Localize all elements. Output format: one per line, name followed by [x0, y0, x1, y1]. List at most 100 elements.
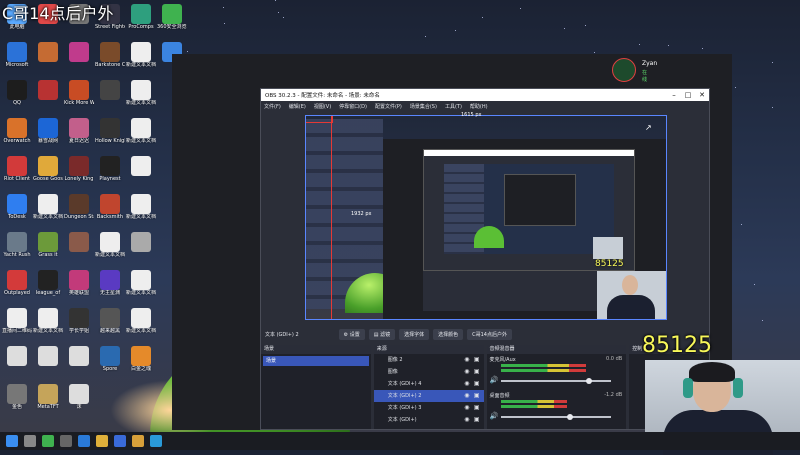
source-item[interactable]: 文本 (GDI+) 4 ◉ ▣ — [374, 378, 484, 390]
desktop-icon[interactable]: 暴雪战网 — [33, 118, 63, 144]
volume-knob[interactable] — [566, 414, 573, 420]
desktop-icon[interactable]: Riot Client — [2, 156, 32, 182]
desktop-icon[interactable]: 新建文本文档 — [126, 194, 156, 220]
desktop-icon[interactable]: 夏日迟迟 — [64, 118, 94, 144]
desktop-icon[interactable]: 新建文本文档 — [33, 194, 63, 220]
source-item[interactable]: 文本 (GDI+) 2 ◉ ▣ — [373, 390, 484, 402]
lock-icon[interactable]: ▣ — [474, 366, 480, 378]
settings-button[interactable]: ⚙ 设置 — [338, 328, 365, 340]
desktop-icon[interactable]: Dungeon Stalkers — [64, 194, 94, 220]
desktop-icon[interactable]: 新建文本文档 — [126, 42, 156, 68]
desktop-icon[interactable]: MetaTFT — [33, 384, 63, 410]
desktop-icon[interactable]: 英雄联盟 — [64, 270, 94, 296]
desktop-icon[interactable] — [64, 42, 94, 62]
desktop-icon[interactable]: 无主星渊 — [95, 270, 125, 296]
speaker-icon[interactable]: 🔊 — [490, 376, 499, 384]
search-icon[interactable] — [24, 435, 36, 447]
source-item[interactable]: 图像 ◉ ▣ — [374, 366, 484, 378]
volume-slider[interactable] — [500, 380, 611, 382]
eye-icon[interactable]: ◉ — [464, 378, 469, 390]
lock-icon[interactable]: ▣ — [474, 390, 480, 402]
text-value-button[interactable]: C哥14点后户外 — [467, 328, 512, 340]
menu-item[interactable]: 场景集合(S) — [410, 103, 437, 110]
edge-icon[interactable] — [150, 435, 162, 447]
select-color-button[interactable]: 选择颜色 — [433, 328, 464, 340]
app1-icon[interactable] — [78, 435, 90, 447]
menu-item[interactable]: 配置文件(P) — [375, 103, 402, 110]
desktop-icon[interactable]: 新建文本文档 — [95, 232, 125, 258]
obs-preview[interactable]: 85125 1932 px ↗ — [305, 115, 667, 320]
menu-item[interactable]: 编辑(E) — [289, 103, 306, 110]
eye-icon[interactable]: ◉ — [464, 414, 469, 426]
avatar[interactable] — [612, 58, 636, 82]
desktop-icon[interactable] — [95, 80, 125, 100]
desktop-icon[interactable]: 新建文本文档 — [126, 118, 156, 144]
desktop-icon[interactable]: 直播间二维码 — [2, 308, 32, 334]
lock-icon[interactable]: ▣ — [474, 354, 480, 366]
desktop-icon[interactable]: 白金之魂 — [126, 346, 156, 372]
desktop-icon[interactable] — [33, 42, 63, 62]
desktop-icon[interactable] — [33, 80, 63, 100]
desktop-icon[interactable] — [64, 346, 94, 366]
desktop-icon[interactable]: 学长学姐 — [64, 308, 94, 334]
volume-knob[interactable] — [586, 378, 593, 384]
desktop-icon[interactable]: Spore — [95, 346, 125, 372]
app3-icon[interactable] — [114, 435, 126, 447]
desktop-icon[interactable]: Kick More Warriors — [64, 80, 94, 106]
menu-item[interactable]: 工具(T) — [445, 103, 462, 110]
desktop-icon[interactable]: Lonely King — [64, 156, 94, 182]
speaker-icon[interactable]: 🔊 — [490, 412, 499, 420]
eye-icon[interactable]: ◉ — [464, 354, 469, 366]
desktop-icon[interactable]: Hollow Knight — [95, 118, 125, 144]
menu-item[interactable]: 视图(V) — [314, 103, 331, 110]
selection-box-blue[interactable] — [305, 115, 667, 320]
desktop-icon[interactable]: 越来越黑 — [95, 308, 125, 334]
scene-item[interactable]: 场景 — [263, 356, 369, 366]
lock-icon[interactable]: ▣ — [474, 378, 480, 390]
select-font-button[interactable]: 选择字体 — [399, 328, 430, 340]
app4-icon[interactable] — [132, 435, 144, 447]
desktop-icon[interactable]: 沫 — [64, 384, 94, 410]
desktop-icon[interactable]: 360安全浏览器 — [157, 4, 187, 30]
filters-button[interactable]: ▤ 滤镜 — [368, 328, 396, 340]
desktop-icon[interactable]: 新建文本文档 — [33, 308, 63, 334]
source-item[interactable]: 图像 2 ◉ ▣ — [374, 354, 484, 366]
desktop-icon[interactable]: Outplayed — [2, 270, 32, 296]
desktop-icon[interactable]: Playnest — [95, 156, 125, 182]
desktop-icon[interactable]: Microsoft — [2, 42, 32, 68]
desktop-icon[interactable]: Barkstone Company — [95, 42, 125, 68]
desktop-icon[interactable]: Backsmith — [95, 194, 125, 220]
menu-item[interactable]: 停靠窗口(D) — [339, 103, 367, 110]
lock-icon[interactable]: ▣ — [474, 402, 480, 414]
source-item[interactable]: 文本 (GDI+) 3 ◉ ▣ — [374, 402, 484, 414]
minimize-icon[interactable]: – — [667, 91, 681, 99]
desktop-icon[interactable] — [126, 156, 156, 176]
desktop-icon[interactable]: league_of — [33, 270, 63, 296]
source-item[interactable]: 文本 (GDI+) ◉ ▣ — [374, 414, 484, 426]
desktop-icon[interactable]: Goose Goose Duck — [33, 156, 63, 182]
desktop-icon[interactable]: 金色 — [2, 384, 32, 410]
desktop-icon[interactable]: 新建文本文档 — [126, 308, 156, 334]
menu-item[interactable]: 文件(F) — [264, 103, 281, 110]
obs-icon[interactable] — [60, 435, 72, 447]
lock-icon[interactable]: ▣ — [474, 414, 480, 426]
desktop-icon[interactable]: ProComps — [126, 4, 156, 30]
app2-icon[interactable] — [96, 435, 108, 447]
close-icon[interactable]: ✕ — [695, 91, 709, 99]
desktop-icon[interactable] — [126, 232, 156, 252]
desktop-icon[interactable]: Grass it — [33, 232, 63, 258]
menu-item[interactable]: 帮助(H) — [470, 103, 488, 110]
obs-titlebar[interactable]: OBS 30.2.3 - 配置文件: 未命名 - 场景: 未命名 – □ ✕ — [261, 89, 709, 101]
maximize-icon[interactable]: □ — [681, 91, 695, 99]
volume-slider[interactable] — [500, 416, 611, 418]
eye-icon[interactable]: ◉ — [464, 402, 469, 414]
desktop-icon[interactable]: Yacht Rush — [2, 232, 32, 258]
desktop-icon[interactable] — [33, 346, 63, 366]
desktop-icon[interactable]: ToDesk — [2, 194, 32, 220]
windows-icon[interactable] — [6, 435, 18, 447]
eye-icon[interactable]: ◉ — [464, 366, 469, 378]
desktop-icon[interactable]: Overwatch — [2, 118, 32, 144]
desktop-icon[interactable] — [64, 232, 94, 252]
desktop-icon[interactable]: QQ — [2, 80, 32, 106]
eye-icon[interactable]: ◉ — [464, 390, 469, 402]
